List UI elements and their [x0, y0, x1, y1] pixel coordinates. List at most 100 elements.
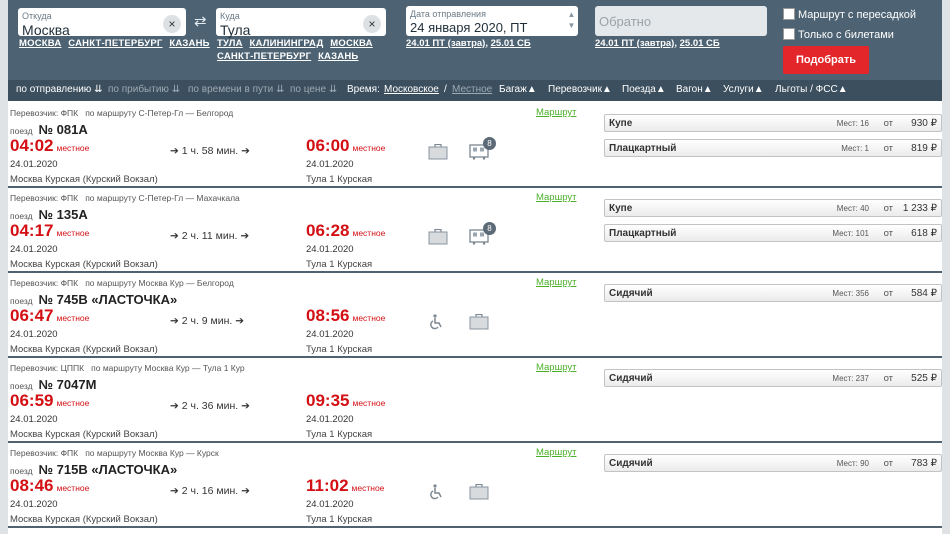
arrow-right-icon: ➔	[170, 400, 179, 412]
clear-from-icon[interactable]: ×	[163, 15, 181, 33]
departure-quick-saturday[interactable]: 25.01 СБ	[491, 38, 531, 49]
time-local-toggle[interactable]: Местное	[452, 84, 492, 95]
route-link[interactable]: Маршрут	[536, 192, 577, 203]
train-row[interactable]: Перевозчик: ФПК по маршруту С-Петер-Гл —…	[8, 189, 942, 273]
seat-price: 930 ₽	[911, 118, 937, 129]
departure-quick-tomorrow[interactable]: 24.01 ПТ (завтра)	[406, 38, 485, 49]
from-quick-spb[interactable]: САНКТ-ПЕТЕРБУРГ	[68, 38, 162, 49]
wagon-scheme-icon[interactable]: 8	[469, 137, 496, 160]
tickets-only-checkbox[interactable]: Только с билетами	[783, 28, 894, 41]
caret-up-icon: ▲	[837, 84, 848, 95]
sort-by-travel-time[interactable]: по времени в пути ⇊	[188, 84, 284, 95]
travel-duration: ➔ 2 ч. 11 мин. ➔	[170, 230, 250, 242]
to-quick-moscow[interactable]: МОСКВА	[330, 38, 372, 49]
price-from-label: от	[883, 373, 893, 384]
arrow-right-icon: ➔	[170, 230, 179, 242]
seat-class-offer[interactable]: Купе Мест: 40 от 1 233 ₽	[604, 199, 942, 217]
seat-class-offer[interactable]: Плацкартный Мест: 1 от 819 ₽	[604, 139, 942, 157]
from-field[interactable]: Откуда Москва ×	[18, 8, 186, 38]
to-quick-tula[interactable]: ТУЛА	[217, 38, 243, 49]
arrival-station: Тула 1 Курская	[306, 514, 373, 525]
seat-class-name: Сидячий	[609, 458, 653, 469]
arrival-date: 24.01.2020	[306, 244, 354, 255]
route-link[interactable]: Маршрут	[536, 277, 577, 288]
to-label: Куда	[220, 11, 240, 21]
seats-available: Мест: 237	[832, 374, 869, 383]
seat-class-name: Сидячий	[609, 373, 653, 384]
seats-available: Мест: 356	[832, 289, 869, 298]
filter-benefits[interactable]: Льготы / ФСС▲	[775, 84, 848, 95]
seat-price: 618 ₽	[911, 228, 937, 239]
return-input[interactable]: Обратно	[599, 14, 651, 29]
seat-class-offer[interactable]: Плацкартный Мест: 101 от 618 ₽	[604, 224, 942, 242]
train-row[interactable]: Перевозчик: ФПК по маршруту Москва Кур —…	[8, 444, 942, 528]
route-link[interactable]: Маршрут	[536, 362, 577, 373]
from-quick-kazan[interactable]: КАЗАНЬ	[169, 38, 209, 49]
arrow-right-icon: ➔	[235, 315, 245, 327]
departure-time: 08:46 местное	[10, 476, 90, 495]
sort-by-departure[interactable]: по отправлению ⇊	[16, 84, 102, 95]
transfer-checkbox-label: Маршрут с пересадкой	[798, 9, 917, 21]
caret-up-icon: ▲	[601, 84, 612, 95]
from-input[interactable]: Москва	[22, 22, 70, 38]
transfer-checkbox[interactable]: Маршрут с пересадкой	[783, 8, 916, 21]
seat-class-name: Сидячий	[609, 288, 653, 299]
seat-price: 783 ₽	[911, 458, 937, 469]
filter-baggage[interactable]: Багаж▲	[499, 84, 537, 95]
seat-class-offer[interactable]: Купе Мест: 16 от 930 ₽	[604, 114, 942, 132]
time-moscow-toggle[interactable]: Московское	[384, 84, 439, 95]
departure-date-field[interactable]: Дата отправления 24 января 2020, ПТ ▲ ▼	[406, 6, 578, 36]
seat-class-offer[interactable]: Сидячий Мест: 356 от 584 ₽	[604, 284, 942, 302]
departure-input[interactable]: 24 января 2020, ПТ	[410, 20, 527, 35]
return-date-field[interactable]: Обратно	[595, 6, 767, 36]
from-quick-links: МОСКВА САНКТ-ПЕТЕРБУРГ КАЗАНЬ	[19, 38, 214, 49]
tickets-only-checkbox-box[interactable]	[783, 28, 795, 40]
seat-class-offer[interactable]: Сидячий Мест: 237 от 525 ₽	[604, 369, 942, 387]
arrival-time: 11:02 местное	[306, 476, 385, 495]
arrival-date: 24.01.2020	[306, 414, 354, 425]
to-quick-kaliningrad[interactable]: КАЛИНИНГРАД	[250, 38, 324, 49]
price-from-label: от	[883, 288, 893, 299]
filter-services[interactable]: Услуги▲	[723, 84, 764, 95]
departure-station: Москва Курская (Курский Вокзал)	[10, 344, 158, 355]
train-row[interactable]: Перевозчик: ФПК по маршруту Москва Кур —…	[8, 274, 942, 358]
seats-available: Мест: 1	[841, 144, 869, 153]
wagon-count-badge: 8	[483, 222, 496, 235]
arrow-right-icon: ➔	[240, 230, 250, 242]
return-quick-dates: 24.01 ПТ (завтра), 25.01 СБ	[595, 38, 720, 49]
to-quick-kazan[interactable]: КАЗАНЬ	[318, 51, 358, 62]
seat-price: 525 ₽	[911, 373, 937, 384]
arrival-time: 06:00 местное	[306, 136, 386, 155]
sort-by-arrival[interactable]: по прибытию ⇊	[108, 84, 180, 95]
from-quick-moscow[interactable]: МОСКВА	[19, 38, 61, 49]
to-input[interactable]: Тула	[220, 22, 250, 38]
filter-carrier[interactable]: Перевозчик▲	[548, 84, 612, 95]
transfer-checkbox-box[interactable]	[783, 8, 795, 20]
departure-time: 06:47 местное	[10, 306, 90, 325]
wheelchair-icon	[428, 314, 448, 330]
filter-trains[interactable]: Поезда▲	[622, 84, 666, 95]
clear-to-icon[interactable]: ×	[363, 15, 381, 33]
train-number: поезд № 715В «ЛАСТОЧКА»	[10, 462, 178, 477]
train-row[interactable]: Перевозчик: ФПК по маршруту С-Петер-Гл —…	[8, 104, 942, 188]
find-button[interactable]: Подобрать	[783, 46, 869, 74]
departure-time: 06:59 местное	[10, 391, 90, 410]
return-quick-saturday[interactable]: 25.01 СБ	[680, 38, 720, 49]
date-spinner-icon[interactable]: ▲ ▼	[567, 9, 576, 31]
to-field[interactable]: Куда Тула ×	[216, 8, 386, 38]
seat-price: 819 ₽	[911, 143, 937, 154]
to-quick-links-2: САНКТ-ПЕТЕРБУРГ КАЗАНЬ	[217, 51, 362, 62]
route-link[interactable]: Маршрут	[536, 107, 577, 118]
to-quick-spb[interactable]: САНКТ-ПЕТЕРБУРГ	[217, 51, 311, 62]
route-link[interactable]: Маршрут	[536, 447, 577, 458]
departure-date: 24.01.2020	[10, 244, 58, 255]
train-row[interactable]: Перевозчик: ЦППК по маршруту Москва Кур …	[8, 359, 942, 443]
return-quick-tomorrow[interactable]: 24.01 ПТ (завтра)	[595, 38, 674, 49]
sort-by-price[interactable]: по цене ⇊	[290, 84, 337, 95]
train-number: поезд № 745В «ЛАСТОЧКА»	[10, 292, 178, 307]
seat-class-offer[interactable]: Сидячий Мест: 90 от 783 ₽	[604, 454, 942, 472]
swap-icon[interactable]: ⇄	[194, 12, 207, 30]
filter-wagon[interactable]: Вагон▲	[676, 84, 713, 95]
wagon-scheme-icon[interactable]: 8	[469, 222, 496, 245]
time-separator: /	[444, 84, 447, 95]
